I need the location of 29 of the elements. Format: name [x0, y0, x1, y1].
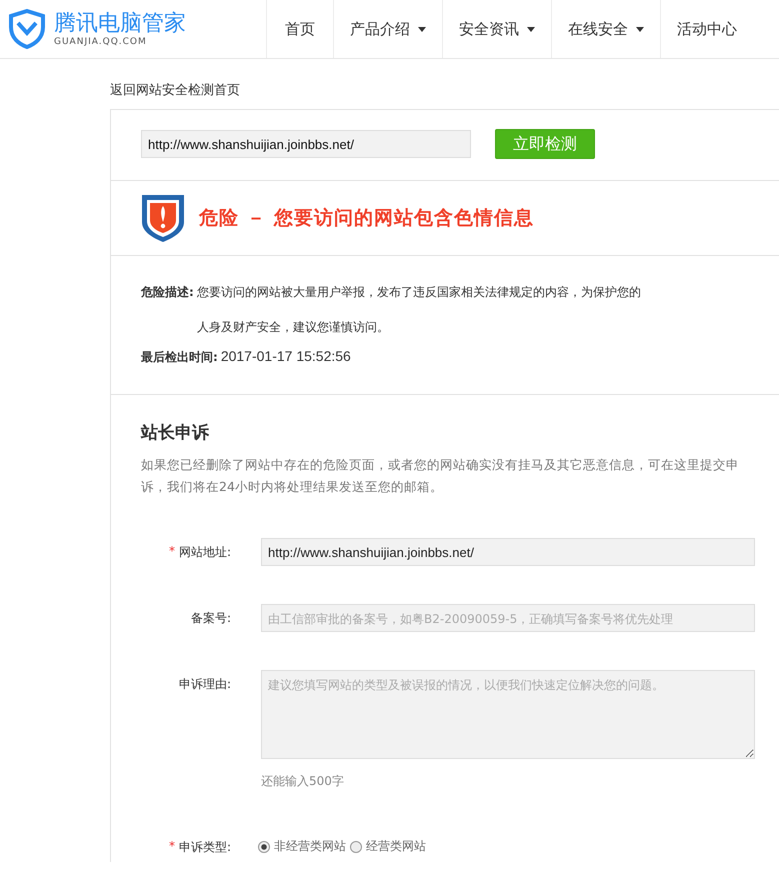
- brand-domain: GUANJIA.QQ.COM: [54, 37, 148, 47]
- url-field[interactable]: http://www.shanshuijian.joinbbs.net/: [141, 130, 471, 158]
- description-label: 危险描述:: [141, 284, 194, 301]
- radio-label: 经营类网站: [366, 838, 426, 855]
- reason-textarea[interactable]: 建议您填写网站的类型及被误报的情况，以便我们快速定位解决您的问题。: [261, 670, 755, 759]
- nav-item[interactable]: 产品介绍: [333, 0, 442, 58]
- description-text: 您要访问的网站被大量用户举报，发布了违反国家相关法律规定的内容，为保护您的: [196, 284, 641, 301]
- nav-item[interactable]: 安全资讯: [442, 0, 551, 58]
- nav-item[interactable]: 活动中心: [660, 0, 753, 58]
- verdict-title: 危险 － 您要访问的网站包含色情信息: [199, 206, 534, 231]
- nav-item[interactable]: 首页: [266, 0, 333, 58]
- back-link[interactable]: 返回网站安全检测首页: [110, 81, 779, 99]
- detection-time: 2017-01-17 15:52:56: [220, 348, 351, 364]
- field-label: 申诉理由:: [178, 676, 231, 693]
- nav-item[interactable]: 在线安全: [551, 0, 660, 58]
- appeal-intro: 如果您已经删除了网站中存在的危险页面，或者您的网站确实没有挂马及其它恶意信息，可在这里提交申诉，我们将在24小时内将处理结果发送至您的邮箱。: [141, 456, 740, 496]
- field-label: 网站地址:: [178, 544, 231, 561]
- character-count: 还能输入500字: [261, 773, 345, 790]
- radio-label: 非经营类网站: [274, 838, 346, 855]
- description-text: 人身及财产安全，建议您谨慎访问。: [196, 319, 390, 336]
- brand-name: 腾讯电脑管家: [54, 11, 186, 37]
- input-field[interactable]: 由工信部审批的备案号，如粤B2-20090059-5，正确填写备案号将优先处理: [261, 604, 755, 632]
- field-label: 备案号:: [190, 610, 231, 627]
- field-label: 申诉类型:: [178, 839, 231, 856]
- input-field[interactable]: http://www.shanshuijian.joinbbs.net/: [261, 538, 755, 566]
- time-label: 最后检出时间:: [141, 349, 218, 366]
- required-mark: *: [168, 544, 175, 560]
- appeal-title: 站长申诉: [141, 422, 210, 444]
- required-mark: *: [168, 839, 175, 855]
